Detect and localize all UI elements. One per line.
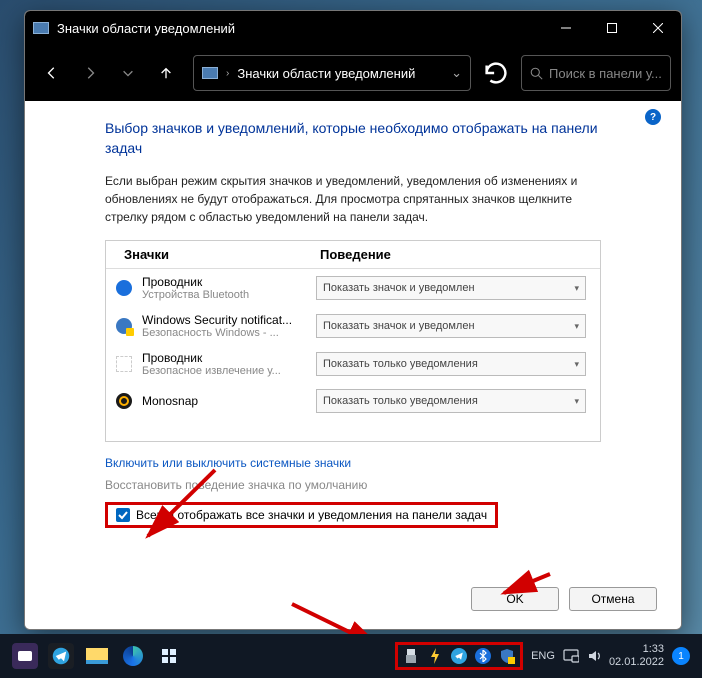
taskbar: ENG 1:33 02.01.2022 1 — [0, 634, 702, 678]
time-text: 1:33 — [609, 643, 664, 656]
checkbox-label: Всегда отображать все значки и уведомлен… — [136, 508, 487, 522]
window-title: Значки области уведомлений — [57, 21, 543, 36]
search-icon — [530, 67, 543, 80]
app-icon — [33, 22, 49, 34]
col-behavior: Поведение — [316, 247, 600, 262]
app-icon-edge[interactable] — [120, 643, 146, 669]
always-show-checkbox-row[interactable]: Всегда отображать все значки и уведомлен… — [105, 502, 498, 528]
tray-usb-icon[interactable] — [402, 647, 420, 665]
clock[interactable]: 1:33 02.01.2022 — [609, 643, 664, 669]
app-icon-explorer[interactable] — [84, 643, 110, 669]
notification-badge[interactable]: 1 — [672, 647, 690, 665]
tray-power-icon[interactable] — [426, 647, 444, 665]
tray-bluetooth-icon[interactable] — [474, 647, 492, 665]
ok-button[interactable]: OK — [471, 587, 559, 611]
maximize-button[interactable] — [589, 11, 635, 45]
minimize-button[interactable] — [543, 11, 589, 45]
row-name: Monosnap — [142, 394, 316, 408]
row-sub: Безопасное извлечение у... — [142, 365, 316, 377]
list-row: Monosnap Показать только уведомления▾ — [106, 383, 600, 419]
monosnap-icon — [106, 393, 142, 409]
chevron-down-icon: ▾ — [574, 283, 579, 294]
behavior-select[interactable]: Показать только уведомления▾ — [316, 352, 586, 376]
app-icon-telegram[interactable] — [48, 643, 74, 669]
search-input[interactable]: Поиск в панели у... — [521, 55, 671, 91]
behavior-select[interactable]: Показать значок и уведомлен▾ — [316, 314, 586, 338]
cancel-button[interactable]: Отмена — [569, 587, 657, 611]
app-icon-store[interactable] — [156, 643, 182, 669]
navbar: › Значки области уведомлений ⌄ Поиск в п… — [25, 45, 681, 101]
taskbar-right: ENG 1:33 02.01.2022 1 — [531, 643, 690, 669]
close-button[interactable] — [635, 11, 681, 45]
chevron-down-icon: ▾ — [574, 359, 579, 370]
page-heading: Выбор значков и уведомлений, которые нео… — [105, 119, 601, 158]
tray-telegram-icon[interactable] — [450, 647, 468, 665]
chevron-down-icon: ▾ — [574, 396, 579, 407]
address-text: Значки области уведомлений — [237, 66, 443, 81]
recent-button[interactable] — [111, 56, 145, 90]
search-placeholder: Поиск в панели у... — [549, 66, 662, 81]
settings-window: Значки области уведомлений › Значки обла… — [24, 10, 682, 630]
chevron-right-icon: › — [226, 68, 229, 79]
network-icon[interactable] — [563, 649, 579, 663]
page-description: Если выбран режим скрытия значков и увед… — [105, 172, 601, 226]
address-icon — [202, 67, 218, 79]
date-text: 02.01.2022 — [609, 656, 664, 669]
titlebar: Значки области уведомлений — [25, 11, 681, 45]
row-sub: Устройства Bluetooth — [142, 289, 316, 301]
taskbar-apps — [12, 643, 182, 669]
forward-button[interactable] — [73, 56, 107, 90]
tray-icons-group — [395, 642, 523, 670]
back-button[interactable] — [35, 56, 69, 90]
up-button[interactable] — [149, 56, 183, 90]
col-icons: Значки — [106, 247, 316, 262]
dialog-buttons: OK Отмена — [471, 587, 657, 611]
app-icon-meet[interactable] — [12, 643, 38, 669]
volume-icon[interactable] — [587, 649, 601, 663]
language-indicator[interactable]: ENG — [531, 650, 555, 662]
list-row: Windows Security notificat... Безопаснос… — [106, 307, 600, 345]
refresh-button[interactable] — [481, 58, 511, 88]
checkbox-checked-icon — [116, 508, 130, 522]
toggle-system-icons-link[interactable]: Включить или выключить системные значки — [105, 456, 601, 470]
row-sub: Безопасность Windows - ... — [142, 327, 316, 339]
tray-security-icon[interactable] — [498, 647, 516, 665]
icons-list: Значки Поведение Проводник Устройства Bl… — [105, 240, 601, 442]
behavior-select[interactable]: Показать только уведомления▾ — [316, 389, 586, 413]
restore-defaults-link[interactable]: Восстановить поведение значка по умолчан… — [105, 478, 601, 492]
row-name: Windows Security notificat... — [142, 313, 316, 327]
shield-warning-icon — [106, 318, 142, 334]
chevron-down-icon[interactable]: ⌄ — [451, 65, 462, 81]
blank-icon — [106, 356, 142, 372]
help-icon[interactable]: ? — [645, 109, 661, 125]
links-area: Включить или выключить системные значки … — [105, 456, 601, 492]
list-header: Значки Поведение — [106, 241, 600, 269]
row-name: Проводник — [142, 275, 316, 289]
content-area: ? Выбор значков и уведомлений, которые н… — [25, 101, 681, 629]
behavior-select[interactable]: Показать значок и уведомлен▾ — [316, 276, 586, 300]
row-name: Проводник — [142, 351, 316, 365]
list-row: Проводник Безопасное извлечение у... Пок… — [106, 345, 600, 383]
address-bar[interactable]: › Значки области уведомлений ⌄ — [193, 55, 471, 91]
bluetooth-icon — [106, 280, 142, 296]
list-row: Проводник Устройства Bluetooth Показать … — [106, 269, 600, 307]
chevron-down-icon: ▾ — [574, 321, 579, 332]
